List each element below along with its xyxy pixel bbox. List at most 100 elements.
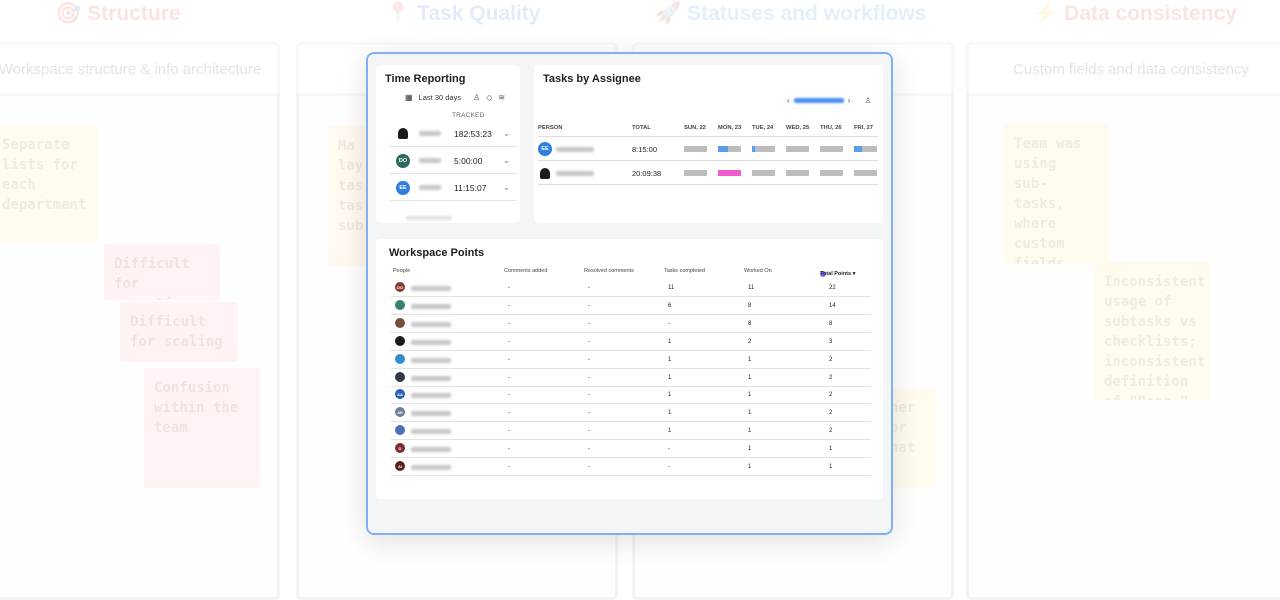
points-row[interactable]: - - 1 1 2: [391, 369, 871, 387]
tracked-time: 182:53:23: [454, 128, 492, 139]
tracked-time: 5:00:00: [454, 155, 483, 166]
person-name-redacted: [411, 303, 451, 309]
assignee-row[interactable]: 20:09:38: [538, 162, 878, 185]
sticky-note: Difficult for reporting: [104, 244, 220, 300]
cell-resolved: -: [588, 392, 590, 399]
column-header[interactable]: Comments added: [504, 268, 547, 274]
cell-resolved: -: [588, 285, 590, 291]
column-header[interactable]: Worked On: [744, 268, 772, 274]
cell-worked: 1: [748, 410, 752, 417]
week-navigator: ‹ › ♙: [787, 96, 872, 105]
cell-completed: -: [668, 446, 670, 453]
cell-comments: -: [508, 356, 510, 363]
avatar: DO: [396, 153, 410, 168]
cell-worked: 1: [748, 446, 752, 453]
points-row[interactable]: D - - - 1 1: [391, 440, 871, 459]
column-header[interactable]: People: [393, 268, 410, 274]
cell-points: 2: [829, 428, 833, 435]
day-bar[interactable]: [854, 170, 877, 176]
cell-worked: 1: [748, 428, 752, 435]
more-rows-indicator: [406, 216, 452, 220]
points-row[interactable]: - - 1 1 2: [391, 422, 871, 441]
points-row[interactable]: DO - - 11 11 22: [391, 279, 871, 297]
day-bar[interactable]: [854, 146, 877, 152]
cell-comments: -: [508, 374, 510, 381]
dashboard-preview-modal[interactable]: Time Reporting ▦ Last 30 days ♙ ◇ ≋ TRAC…: [366, 52, 893, 535]
person-name-redacted: [411, 321, 451, 327]
assignee-row[interactable]: EE 8:15:00: [538, 138, 878, 161]
person-name-redacted: [411, 411, 451, 417]
avatar: [395, 317, 405, 328]
time-row[interactable]: EE 11:15:07 ⌄: [390, 175, 517, 201]
sticky-note: Inconsistent usage of subtasks vs checkl…: [1094, 262, 1210, 400]
cell-comments: -: [508, 410, 510, 417]
chevron-down-icon[interactable]: ⌄: [503, 156, 510, 165]
cell-resolved: -: [588, 428, 590, 435]
sticky-note: Separate lists for each department: [0, 125, 98, 243]
week-range-redacted[interactable]: [793, 98, 844, 103]
column-header: PERSON: [538, 125, 563, 131]
cell-resolved: -: [588, 464, 590, 470]
avatar: DO: [395, 282, 405, 292]
time-reporting-toolbar: ▦ Last 30 days ♙ ◇ ≋: [405, 93, 505, 102]
time-row[interactable]: 182:53:23 ⌄: [390, 121, 517, 147]
day-bar-fill: [718, 146, 729, 152]
person-name-redacted: [556, 147, 594, 152]
points-row[interactable]: - - 6 8 14: [391, 297, 871, 315]
points-row[interactable]: AE - - 1 1 2: [391, 404, 871, 423]
card-title: Tasks by Assignee: [543, 73, 641, 85]
day-bar[interactable]: [718, 146, 741, 152]
cell-points: 2: [829, 392, 833, 399]
cell-worked: 8: [748, 302, 752, 309]
chevron-right-icon[interactable]: ›: [848, 96, 851, 105]
card-title: Workspace Points: [389, 247, 485, 259]
day-bar[interactable]: [786, 146, 809, 152]
column-header: TUE, 24: [752, 125, 774, 131]
day-bar[interactable]: [786, 170, 809, 176]
cell-worked: 1: [748, 392, 752, 399]
column-title-structure: 🎯 Structure: [55, 2, 181, 25]
points-row[interactable]: AA - - 1 1 2: [391, 386, 871, 405]
day-bar-fill: [752, 146, 756, 152]
day-bar[interactable]: [718, 170, 741, 176]
cell-worked: 1: [748, 464, 752, 470]
layers-icon[interactable]: ≋: [498, 93, 505, 102]
chevron-down-icon[interactable]: ⌄: [503, 183, 510, 192]
tag-icon[interactable]: ◇: [486, 93, 492, 102]
points-row[interactable]: - - 1 2 3: [391, 333, 871, 351]
cell-completed: 6: [668, 302, 672, 309]
cell-resolved: -: [588, 320, 590, 327]
cell-worked: 1: [748, 374, 752, 381]
column-header[interactable]: Resolved comments: [584, 268, 634, 274]
points-row[interactable]: AI - - - 1 1: [391, 458, 871, 476]
tracked-column-header: TRACKED: [452, 112, 485, 119]
person-name-redacted: [411, 429, 451, 435]
person-filter-icon[interactable]: ♙: [864, 96, 871, 105]
sticky-note: Ma lay tas tas sub: [328, 126, 368, 266]
chevron-left-icon[interactable]: ‹: [787, 96, 790, 105]
day-bar[interactable]: [820, 170, 843, 176]
pin-icon: 📍: [385, 2, 412, 25]
chevron-down-icon[interactable]: ⌄: [503, 129, 510, 138]
total-time: 8:15:00: [632, 145, 658, 154]
day-bar[interactable]: [684, 170, 707, 176]
avatar: EE: [538, 142, 552, 156]
points-row[interactable]: - - 1 1 2: [391, 351, 871, 369]
person-name-redacted: [411, 339, 451, 345]
column-header[interactable]: Tasks completed: [664, 268, 705, 274]
cell-worked: 1: [748, 356, 752, 363]
person-filter-icon[interactable]: ♙: [473, 93, 480, 102]
cell-completed: 1: [668, 392, 672, 399]
day-bar[interactable]: [820, 146, 843, 152]
avatar: AI: [395, 461, 405, 471]
person-name-redacted: [419, 158, 441, 163]
date-range-button[interactable]: Last 30 days: [419, 93, 462, 102]
column-header: SUN, 22: [684, 125, 706, 131]
day-bar[interactable]: [684, 146, 707, 152]
points-row[interactable]: - - - 8 8: [391, 315, 871, 333]
time-row[interactable]: DO 5:00:00 ⌄: [390, 148, 517, 174]
person-name-redacted: [411, 465, 451, 470]
day-bar[interactable]: [752, 170, 775, 176]
day-bar[interactable]: [752, 146, 775, 152]
time-reporting-card: Time Reporting ▦ Last 30 days ♙ ◇ ≋ TRAC…: [376, 65, 520, 223]
